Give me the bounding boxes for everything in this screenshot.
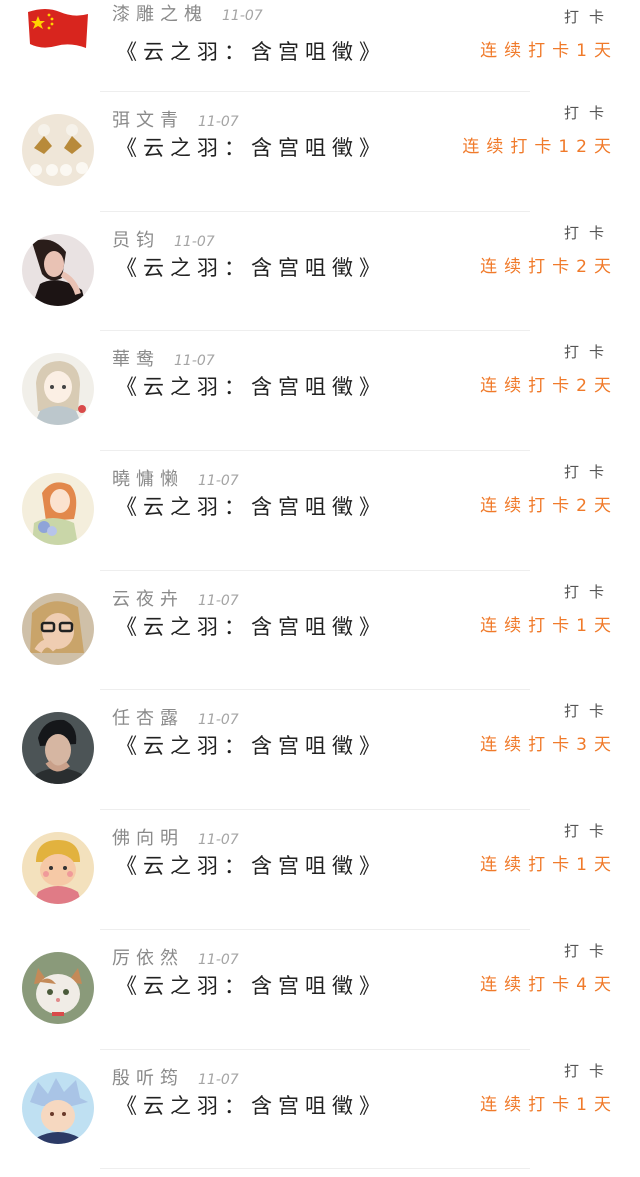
- post-date: 11-07: [198, 592, 239, 609]
- woman-portrait-avatar[interactable]: [22, 233, 94, 306]
- list-item[interactable]: 员钧 11-07 《云之羽：含宫咀徵》 打卡 连续打卡2天: [0, 212, 640, 332]
- checkin-label: 打卡: [563, 941, 614, 960]
- user-name: 弭文青: [112, 110, 184, 131]
- user-name: 漆雕之槐: [112, 4, 208, 25]
- post-date: 11-07: [222, 8, 263, 24]
- user-name: 佛向明: [112, 828, 184, 850]
- checkin-label: 打卡: [563, 104, 614, 122]
- checkin-label: 打卡: [563, 822, 614, 841]
- checkin-list: 漆雕之槐 11-07 《云之羽：含宫咀徵》 打卡 连续打卡1天 弭文青 11-0…: [0, 0, 640, 1170]
- user-name: 任杏露: [112, 708, 184, 730]
- checkin-message: 《云之羽：含宫咀徵》: [116, 40, 386, 64]
- user-name: 殷听筠: [112, 1067, 184, 1089]
- man-portrait-avatar[interactable]: [22, 712, 94, 785]
- list-item[interactable]: 曉慵懒 11-07 《云之羽：含宫咀徵》 打卡 连续打卡2天: [0, 451, 640, 571]
- list-item[interactable]: 漆雕之槐 11-07 《云之羽：含宫咀徵》 打卡 连续打卡1天: [0, 0, 640, 92]
- checkin-message: 《云之羽：含宫咀徵》: [116, 854, 386, 879]
- list-item[interactable]: 厉依然 11-07 《云之羽：含宫咀徵》 打卡 连续打卡4天: [0, 930, 640, 1050]
- checkin-message: 《云之羽：含宫咀徵》: [116, 136, 386, 160]
- user-name: 華鸯: [112, 349, 160, 371]
- checkin-message: 《云之羽：含宫咀徵》: [116, 734, 386, 759]
- list-item[interactable]: 佛向明 11-07 《云之羽：含宫咀徵》 打卡 连续打卡1天: [0, 810, 640, 930]
- cartoon-kid-avatar[interactable]: [22, 832, 94, 905]
- china-flag-avatar[interactable]: [26, 6, 90, 52]
- checkin-label: 打卡: [563, 463, 614, 482]
- anime-girl-avatar[interactable]: [22, 353, 94, 426]
- post-date: 11-07: [198, 1071, 239, 1088]
- post-date: 11-07: [198, 832, 239, 849]
- divider: [100, 1168, 530, 1170]
- streak-text: 连续打卡1天: [480, 855, 618, 876]
- streak-text: 连续打卡3天: [480, 735, 618, 756]
- post-date: 11-07: [198, 114, 239, 130]
- streak-text: 连续打卡1天: [480, 41, 618, 61]
- streak-text: 连续打卡1天: [480, 1094, 618, 1115]
- post-date: 11-07: [174, 233, 215, 250]
- user-name: 厉依然: [112, 947, 184, 969]
- checkin-message: 《云之羽：含宫咀徵》: [116, 375, 386, 400]
- streak-text: 连续打卡2天: [480, 256, 618, 277]
- streak-text: 连续打卡2天: [480, 376, 618, 397]
- list-item[interactable]: 任杏露 11-07 《云之羽：含宫咀徵》 打卡 连续打卡3天: [0, 690, 640, 811]
- post-date: 11-07: [198, 951, 239, 968]
- user-name: 曉慵懒: [112, 469, 184, 491]
- list-item[interactable]: 弭文青 11-07 《云之羽：含宫咀徵》 打卡 连续打卡12天: [0, 92, 640, 212]
- post-date: 11-07: [198, 712, 239, 729]
- streak-text: 连续打卡12天: [462, 137, 618, 157]
- user-name: 员钧: [112, 229, 160, 251]
- post-date: 11-07: [198, 473, 239, 490]
- painted-girl-avatar[interactable]: [22, 473, 94, 546]
- checkin-label: 打卡: [563, 702, 614, 721]
- streak-text: 连续打卡4天: [480, 974, 618, 995]
- streak-text: 连续打卡2天: [480, 496, 618, 517]
- streak-text: 连续打卡1天: [480, 615, 618, 636]
- anime-boy-avatar[interactable]: [22, 1071, 94, 1144]
- user-name: 云夜卉: [112, 588, 184, 610]
- checkin-label: 打卡: [563, 343, 614, 362]
- earrings-avatar[interactable]: [22, 114, 94, 186]
- post-date: 11-07: [174, 353, 215, 370]
- blonde-girl-avatar[interactable]: [22, 592, 94, 665]
- list-item[interactable]: 殷听筠 11-07 《云之羽：含宫咀徵》 打卡 连续打卡1天: [0, 1050, 640, 1170]
- list-item[interactable]: 華鸯 11-07 《云之羽：含宫咀徵》 打卡 连续打卡2天: [0, 331, 640, 452]
- cat-avatar[interactable]: [22, 951, 94, 1024]
- checkin-label: 打卡: [563, 1061, 614, 1080]
- checkin-label: 打卡: [563, 582, 614, 601]
- checkin-message: 《云之羽：含宫咀徵》: [116, 614, 386, 639]
- checkin-label: 打卡: [563, 8, 614, 26]
- checkin-message: 《云之羽：含宫咀徵》: [116, 1093, 386, 1118]
- checkin-message: 《云之羽：含宫咀徵》: [116, 255, 386, 280]
- list-item[interactable]: 云夜卉 11-07 《云之羽：含宫咀徵》 打卡 连续打卡1天: [0, 571, 640, 691]
- checkin-label: 打卡: [563, 223, 614, 242]
- checkin-message: 《云之羽：含宫咀徵》: [116, 495, 386, 520]
- checkin-message: 《云之羽：含宫咀徵》: [116, 973, 386, 998]
